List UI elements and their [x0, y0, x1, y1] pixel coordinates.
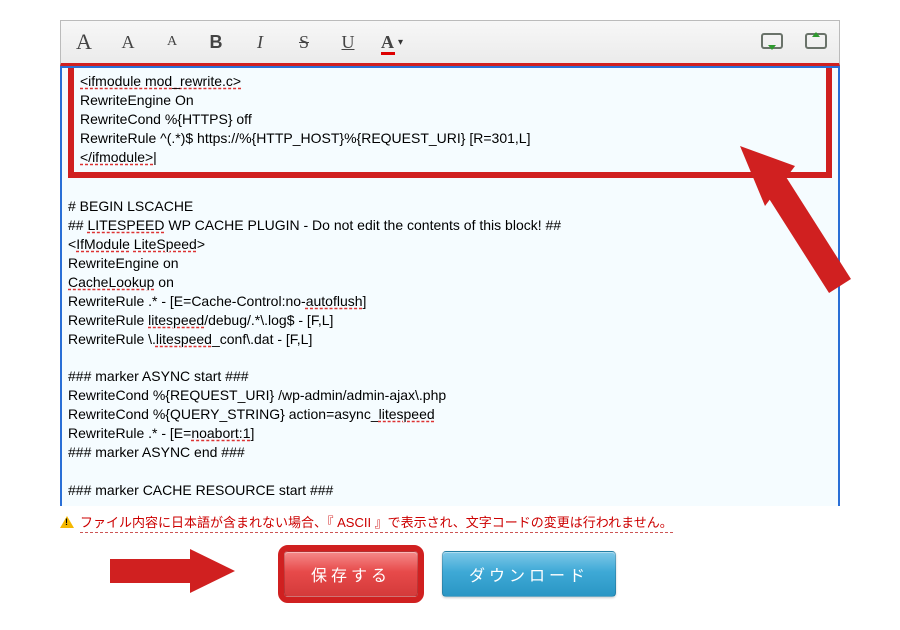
underline-button[interactable]: U [335, 29, 361, 55]
formatting-toolbar: A A A B I S U A ▾ [60, 20, 840, 66]
code-line [68, 178, 832, 197]
code-line: ## LITESPEED WP CACHE PLUGIN - Do not ed… [68, 216, 832, 235]
bold-button[interactable]: B [203, 29, 229, 55]
button-row: 保存する ダウンロード [60, 551, 840, 597]
save-button[interactable]: 保存する [284, 551, 418, 597]
fontsize-large-button[interactable]: A [71, 29, 97, 55]
code-line: RewriteCond %{HTTPS} off [80, 110, 820, 129]
export-icon[interactable] [803, 29, 829, 55]
annotation-arrow-bottom [100, 541, 240, 601]
warning-icon [60, 516, 74, 528]
text-color-letter: A [381, 32, 394, 53]
code-line: RewriteRule \.litespeed_conf\.dat - [F,L… [68, 330, 832, 349]
italic-button[interactable]: I [247, 29, 273, 55]
code-editor[interactable]: <ifmodule mod_rewrite.c> RewriteEngine O… [60, 66, 840, 506]
code-line: ### marker ASYNC start ### [68, 367, 832, 386]
chevron-down-icon: ▾ [398, 37, 403, 48]
code-line: RewriteRule .* - [E=Cache-Control:no-aut… [68, 292, 832, 311]
warning-text: ファイル内容に日本語が含まれない場合、『 ASCII 』で表示され、文字コードの… [80, 512, 673, 533]
fontsize-small-button[interactable]: A [159, 29, 185, 55]
code-line: RewriteCond %{QUERY_STRING} action=async… [68, 405, 832, 424]
code-line: ### marker ASYNC end ### [68, 443, 832, 462]
code-line: <IfModule LiteSpeed> [68, 235, 832, 254]
text-color-bar [381, 52, 395, 55]
strike-button[interactable]: S [291, 29, 317, 55]
fontsize-medium-button[interactable]: A [115, 29, 141, 55]
code-line: RewriteRule litespeed/debug/.*\.log$ - [… [68, 311, 832, 330]
highlighted-code-block: <ifmodule mod_rewrite.c> RewriteEngine O… [68, 68, 832, 178]
code-line: CacheLookup on [68, 273, 832, 292]
code-line: RewriteRule ^(.*)$ https://%{HTTP_HOST}%… [80, 129, 820, 148]
code-line: RewriteRule .* - [E=noabort:1] [68, 424, 832, 443]
text-color-button[interactable]: A ▾ [379, 29, 405, 55]
code-line: RewriteCond %{REQUEST_URI} /wp-admin/adm… [68, 386, 832, 405]
code-line [68, 462, 832, 481]
code-line: </ifmodule> [80, 148, 820, 167]
download-button[interactable]: ダウンロード [442, 551, 616, 597]
warning-row: ファイル内容に日本語が含まれない場合、『 ASCII 』で表示され、文字コードの… [60, 512, 840, 533]
code-line: RewriteEngine on [68, 254, 832, 273]
code-line: ### marker CACHE RESOURCE start ### [68, 481, 832, 500]
import-icon[interactable] [759, 29, 785, 55]
code-line: <ifmodule mod_rewrite.c> [80, 72, 820, 91]
code-line: # BEGIN LSCACHE [68, 197, 832, 216]
code-line: RewriteEngine On [80, 91, 820, 110]
code-line [68, 348, 832, 367]
